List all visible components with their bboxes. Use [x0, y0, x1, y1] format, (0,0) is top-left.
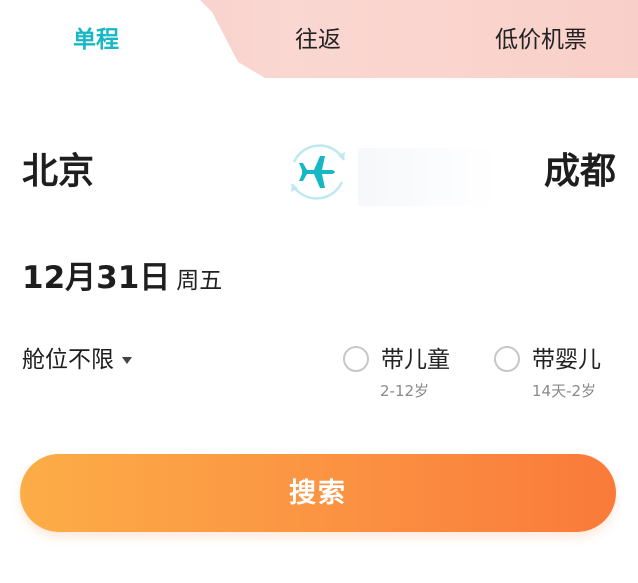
infant-radio[interactable] [494, 346, 520, 372]
arrival-city[interactable]: 成都 [544, 148, 616, 196]
tab-one-way[interactable]: 单程 [60, 22, 132, 58]
tab-low-fare[interactable]: 低价机票 [486, 22, 596, 58]
active-tab-background [0, 0, 265, 78]
search-button[interactable]: 搜索 [20, 454, 616, 532]
tab-round-trip[interactable]: 往返 [282, 22, 354, 58]
caret-down-icon [122, 357, 132, 364]
child-age-hint: 2-12岁 [380, 382, 430, 400]
plane-swap-icon [290, 144, 346, 200]
cabin-class-label: 舱位不限 [22, 347, 114, 373]
child-option-label: 带儿童 [381, 347, 450, 373]
trip-type-tabbar: 单程 往返 低价机票 [0, 0, 638, 78]
swap-cities-button[interactable] [282, 136, 354, 208]
child-radio[interactable] [343, 346, 369, 372]
departure-city[interactable]: 北京 [22, 148, 94, 196]
date-value: 12月31日 [22, 260, 171, 296]
infant-option-label: 带婴儿 [532, 347, 601, 373]
input-placeholder-area [358, 148, 498, 206]
date-weekday: 周五 [176, 268, 223, 294]
cabin-class-selector[interactable]: 舱位不限 [22, 342, 132, 378]
search-button-label: 搜索 [289, 478, 347, 508]
infant-age-hint: 14天-2岁 [532, 382, 597, 400]
departure-date[interactable]: 12月31日 周五 [22, 252, 222, 296]
